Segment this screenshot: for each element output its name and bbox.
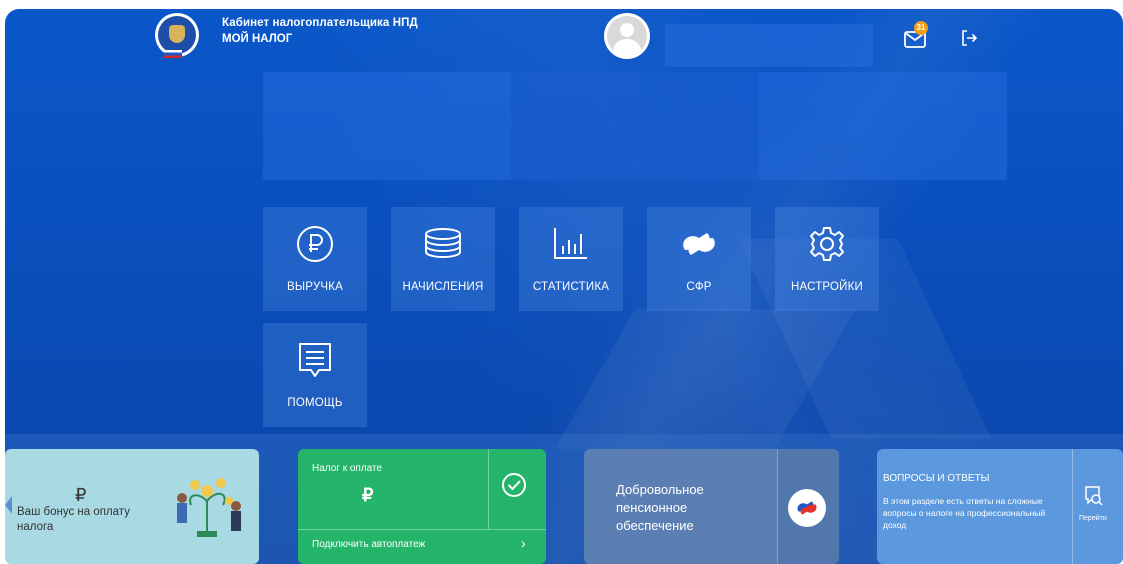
sfr-logo-icon [788,489,826,527]
user-icon [607,16,647,56]
gear-icon [810,227,844,261]
tile-charges[interactable]: НАЧИСЛЕНИЯ [391,207,495,311]
promo-banner-slot[interactable] [511,72,759,180]
tax-title: Налог к оплате [312,463,383,474]
avatar[interactable] [604,13,650,59]
tile-statistics[interactable]: СТАТИСТИКА [519,207,623,311]
divider [488,449,489,529]
divider [298,529,546,530]
notification-badge: 31 [914,21,928,35]
carousel-prev-icon[interactable] [5,496,12,514]
faq-card[interactable]: ВОПРОСЫ И ОТВЕТЫ В этом разделе есть отв… [877,449,1123,564]
autopay-link[interactable]: Подключить автоплатеж [312,539,425,550]
tile-help[interactable]: ПОМОЩЬ [263,323,367,427]
tile-label: ВЫРУЧКА [286,281,343,293]
bar-chart-icon [554,228,587,259]
people-illustration-icon [177,478,241,537]
tax-amount: ₽ [362,485,374,505]
tile-label: СФР [686,281,712,293]
ruble-icon: ₽ [75,485,87,505]
tile-label: НАСТРОЙКИ [790,281,864,293]
bonus-card[interactable]: ₽ Ваш бонус на оплату налога [5,449,259,564]
logout-icon[interactable] [958,27,980,49]
tile-sfr[interactable]: СФР [647,207,751,311]
question-search-icon[interactable] [1083,484,1105,508]
coins-stack-icon [425,228,461,258]
chat-lines-icon [299,343,331,377]
cabinet-title: Кабинет налогоплательщика НПД [222,17,418,29]
faq-title: ВОПРОСЫ И ОТВЕТЫ [883,473,990,484]
app-name: МОЙ НАЛОГ [222,33,293,45]
bonus-text: Ваш бонус на оплату налога [17,506,130,533]
check-circle-icon[interactable] [501,472,527,498]
sfr-logo-icon [683,233,715,255]
promo-banner-slot[interactable] [759,72,1007,180]
pension-text: Добровольное пенсионное обеспечение [616,482,704,533]
pension-card[interactable]: Добровольное пенсионное обеспечение [584,449,839,564]
tile-label: НАЧИСЛЕНИЯ [402,281,484,293]
promo-banner-slot[interactable] [263,72,511,180]
faq-go-link[interactable]: Перейти [1079,515,1107,522]
divider [1072,449,1073,564]
tile-revenue[interactable]: ВЫРУЧКА [263,207,367,311]
ruble-circle-icon [297,226,333,262]
tax-card[interactable]: Налог к оплате ₽ Подключить автоплатеж › [298,449,546,564]
chevron-right-icon[interactable]: › [521,535,526,551]
tile-settings[interactable]: НАСТРОЙКИ [775,207,879,311]
flag-icon [164,50,182,58]
faq-text: В этом разделе есть ответы на сложные во… [883,496,1046,530]
emblem-icon [158,16,196,54]
header-banner-block [665,24,873,67]
tile-label: СТАТИСТИКА [532,281,610,293]
tile-label: ПОМОЩЬ [287,397,343,409]
